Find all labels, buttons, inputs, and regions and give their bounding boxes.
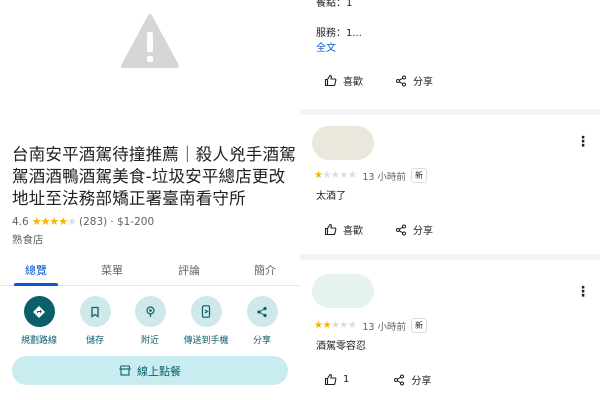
price-range: · $1-200	[110, 215, 155, 228]
directions-button[interactable]: 規劃路線	[12, 296, 66, 346]
more-options-icon[interactable]: ⋮	[576, 284, 590, 300]
send-to-phone-button[interactable]: 傳送到手機	[179, 296, 233, 346]
rating-row[interactable]: 4.6 ★★★★★ (283) · $1-200	[12, 215, 154, 228]
review-count: (283)	[79, 215, 108, 228]
send-to-phone-label: 傳送到手機	[183, 336, 229, 346]
send-to-phone-icon	[190, 296, 222, 327]
section-divider	[300, 254, 600, 260]
like-button[interactable]: 喜歡	[324, 73, 363, 88]
share-label: 分享	[413, 77, 433, 88]
review-actions: 喜歡 分享	[324, 73, 433, 88]
review-time: 13 小時前	[362, 321, 406, 333]
action-bar: 規劃路線 儲存 附近 傳送到手機 分享	[0, 296, 300, 352]
directions-icon	[23, 296, 55, 327]
tab-menu[interactable]: 菜單	[101, 262, 123, 278]
review-meta: ★★★★★ 13 小時前 新	[314, 318, 427, 333]
share-icon	[396, 224, 406, 235]
review-share-button[interactable]: 分享	[393, 372, 431, 387]
nearby-label: 附近	[140, 336, 159, 346]
share-icon	[394, 374, 405, 385]
store-icon	[119, 365, 131, 376]
tab-bar: 總覽 菜單 評論 簡介	[0, 256, 300, 286]
review-meta: ★★★★★ 13 小時前 新	[314, 168, 427, 183]
review-text: 太酒了	[316, 191, 346, 202]
review-actions: 喜歡 分享	[324, 222, 433, 237]
warning-icon	[121, 14, 179, 68]
bookmark-icon	[79, 296, 111, 327]
rating-stars: ★★★★★	[31, 215, 77, 228]
thumbs-up-icon	[324, 373, 337, 386]
reviews-panel: 餐點：1 服務：1... 全文 喜歡 分享 ⋮ ★★★★★ 13 小時前 新 太…	[300, 0, 600, 400]
save-button[interactable]: 儲存	[68, 296, 122, 346]
share-label: 分享	[413, 226, 433, 237]
new-badge: 新	[410, 168, 427, 183]
reviewer-avatar[interactable]	[312, 126, 374, 160]
new-badge: 新	[410, 318, 427, 333]
share-icon	[246, 296, 278, 327]
review-stars: ★★★★★	[314, 320, 357, 331]
place-photo-placeholder	[0, 0, 300, 122]
review-service-rating: 服務：1...	[316, 28, 362, 39]
review-time: 13 小時前	[362, 171, 406, 183]
section-divider	[300, 109, 600, 115]
share-icon	[396, 75, 406, 86]
order-online-button[interactable]: 線上點餐	[12, 356, 288, 385]
place-title: 台南安平酒駕待撞推薦｜殺人兇手酒駕駕酒酒鴨酒駕美食-垃圾安平總店更改地址至法務部…	[12, 145, 296, 208]
save-label: 儲存	[85, 336, 104, 346]
review-text: 酒駕零容忍	[316, 341, 366, 352]
review-share-button[interactable]: 分享	[395, 73, 433, 88]
like-label: 喜歡	[343, 226, 363, 237]
place-panel: 台南安平酒駕待撞推薦｜殺人兇手酒駕駕酒酒鴨酒駕美食-垃圾安平總店更改地址至法務部…	[0, 0, 300, 400]
rating-value: 4.6	[12, 215, 29, 228]
thumbs-up-icon	[324, 74, 337, 87]
share-label: 分享	[411, 376, 432, 387]
thumbs-up-icon	[324, 223, 337, 236]
share-label: 分享	[252, 336, 271, 346]
tab-about[interactable]: 簡介	[254, 262, 276, 278]
like-label: 喜歡	[343, 77, 363, 88]
nearby-icon	[134, 296, 166, 327]
review-share-button[interactable]: 分享	[395, 222, 433, 237]
like-count: 1	[343, 374, 350, 385]
place-category[interactable]: 熟食店	[12, 232, 44, 247]
share-button[interactable]: 分享	[235, 296, 289, 346]
more-options-icon[interactable]: ⋮	[576, 134, 590, 150]
tab-overview[interactable]: 總覽	[25, 262, 47, 278]
nearby-button[interactable]: 附近	[123, 296, 177, 346]
like-button[interactable]: 1	[324, 373, 349, 386]
review-stars: ★★★★★	[314, 170, 357, 181]
like-button[interactable]: 喜歡	[324, 222, 363, 237]
review-meal-rating: 餐點：1	[316, 0, 353, 9]
full-text-link[interactable]: 全文	[316, 39, 336, 54]
review-actions: 1 分享	[324, 372, 431, 387]
order-online-label: 線上點餐	[137, 364, 181, 378]
directions-label: 規劃路線	[20, 336, 57, 346]
tab-reviews[interactable]: 評論	[178, 262, 200, 278]
active-tab-indicator	[14, 283, 58, 286]
reviewer-avatar[interactable]	[312, 274, 374, 308]
